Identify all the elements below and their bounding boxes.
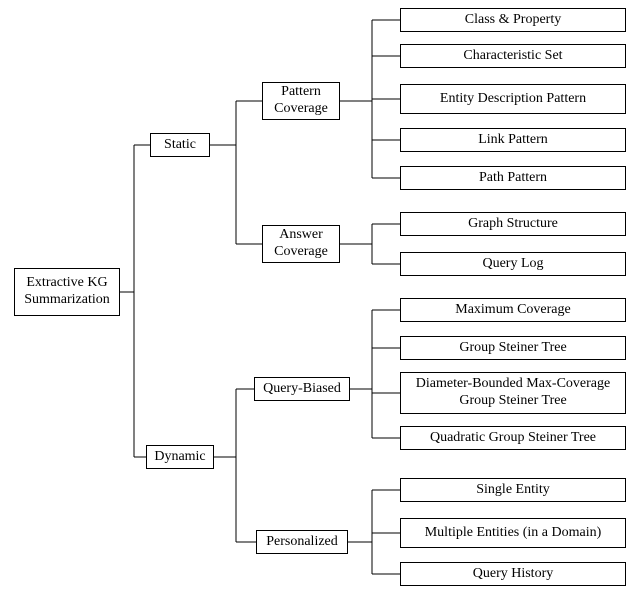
connector-lines — [0, 0, 640, 605]
